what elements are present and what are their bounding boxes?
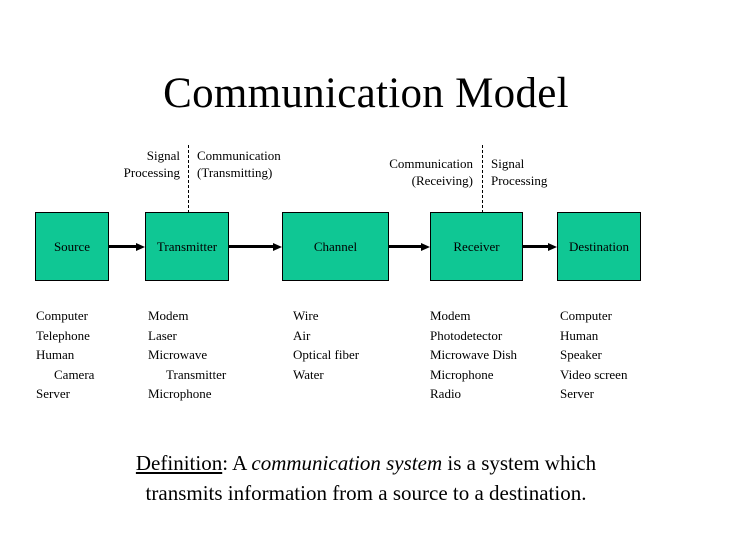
- example-item: Radio: [430, 386, 462, 401]
- phase-label-signal-processing-left: Signal Processing: [90, 147, 180, 181]
- definition-line-1: Definition: A communication system is a …: [0, 448, 732, 478]
- example-item: Speaker: [560, 347, 602, 362]
- definition-block: Definition: A communication system is a …: [0, 448, 732, 508]
- phase-label-line: Signal: [491, 156, 525, 171]
- dashed-divider-right: [482, 145, 483, 213]
- phase-label-line: Communication: [389, 156, 473, 171]
- example-item: Video screen: [560, 366, 628, 382]
- stage-box-transmitter: Transmitter: [145, 212, 229, 281]
- stage-box-channel: Channel: [282, 212, 389, 281]
- example-item: Optical fiber: [293, 347, 360, 362]
- stage-box-destination: Destination: [557, 212, 641, 281]
- example-item: Server: [36, 386, 70, 401]
- arrow-head-icon: [136, 243, 145, 251]
- stage-box-label: Destination: [569, 239, 629, 254]
- example-item: Microphone: [430, 366, 494, 382]
- arrow-channel-to-receiver: [389, 243, 430, 251]
- page-title: Communication Model: [163, 70, 569, 117]
- example-item: Water: [293, 366, 324, 382]
- example-item: Microwave Dish: [430, 347, 518, 362]
- example-item: Human: [36, 347, 75, 362]
- definition-emphasis: communication system: [251, 451, 443, 475]
- stage-box-source: Source: [35, 212, 109, 281]
- example-item: Wire: [293, 308, 319, 323]
- example-item: Microphone: [148, 386, 212, 401]
- stage-box-label: Channel: [313, 239, 358, 254]
- phase-label-line: Processing: [123, 165, 180, 180]
- examples-column-transmitter: Modem Laser Microwave Transmitter Microp…: [148, 306, 226, 404]
- definition-colon: : A: [222, 451, 252, 475]
- arrow-shaft: [109, 245, 136, 248]
- arrow-head-icon: [548, 243, 557, 251]
- examples-column-channel: Wire Air Optical fiber Water: [293, 306, 359, 384]
- phase-label-communication-receiving: Communication (Receiving): [330, 155, 473, 189]
- example-item: Modem: [148, 308, 189, 323]
- phase-label-line: (Receiving): [411, 173, 473, 188]
- example-item: Modem: [430, 308, 471, 323]
- arrow-transmitter-to-channel: [229, 243, 282, 251]
- arrow-shaft: [523, 245, 548, 248]
- definition-rest: is a system which: [442, 451, 597, 475]
- example-item: Server: [560, 386, 594, 401]
- stage-box-label: Source: [53, 239, 91, 254]
- definition-line-2: transmits information from a source to a…: [145, 481, 587, 505]
- example-item: Computer: [560, 308, 612, 323]
- arrow-source-to-transmitter: [109, 243, 145, 251]
- example-item: Telephone: [36, 327, 90, 343]
- example-item: Camera: [54, 366, 95, 382]
- example-item: Transmitter: [166, 366, 227, 382]
- phase-label-line: Processing: [491, 173, 548, 188]
- communication-model-slide: Communication Model Signal Processing Co…: [0, 0, 732, 540]
- examples-column-source: Computer Telephone Human Camera Server: [36, 306, 94, 404]
- example-item: Computer: [36, 308, 88, 323]
- arrow-head-icon: [273, 243, 282, 251]
- phase-label-signal-processing-right: Signal Processing: [491, 155, 601, 189]
- example-item: Microwave: [148, 347, 208, 362]
- arrow-shaft: [229, 245, 273, 248]
- example-item: Air: [293, 327, 311, 343]
- stage-box-receiver: Receiver: [430, 212, 523, 281]
- example-item: Human: [560, 327, 599, 343]
- arrow-shaft: [389, 245, 421, 248]
- examples-column-destination: Computer Human Speaker Video screen Serv…: [560, 306, 627, 404]
- examples-column-receiver: Modem Photodetector Microwave Dish Micro…: [430, 306, 517, 404]
- definition-term: Definition: [135, 451, 223, 475]
- phase-label-line: Signal: [146, 148, 180, 163]
- stage-box-label: Transmitter: [156, 239, 218, 254]
- arrow-receiver-to-destination: [523, 243, 557, 251]
- dashed-divider-left: [188, 145, 189, 213]
- example-item: Photodetector: [430, 327, 503, 343]
- stage-box-label: Receiver: [453, 239, 500, 254]
- arrow-head-icon: [421, 243, 430, 251]
- example-item: Laser: [148, 327, 177, 343]
